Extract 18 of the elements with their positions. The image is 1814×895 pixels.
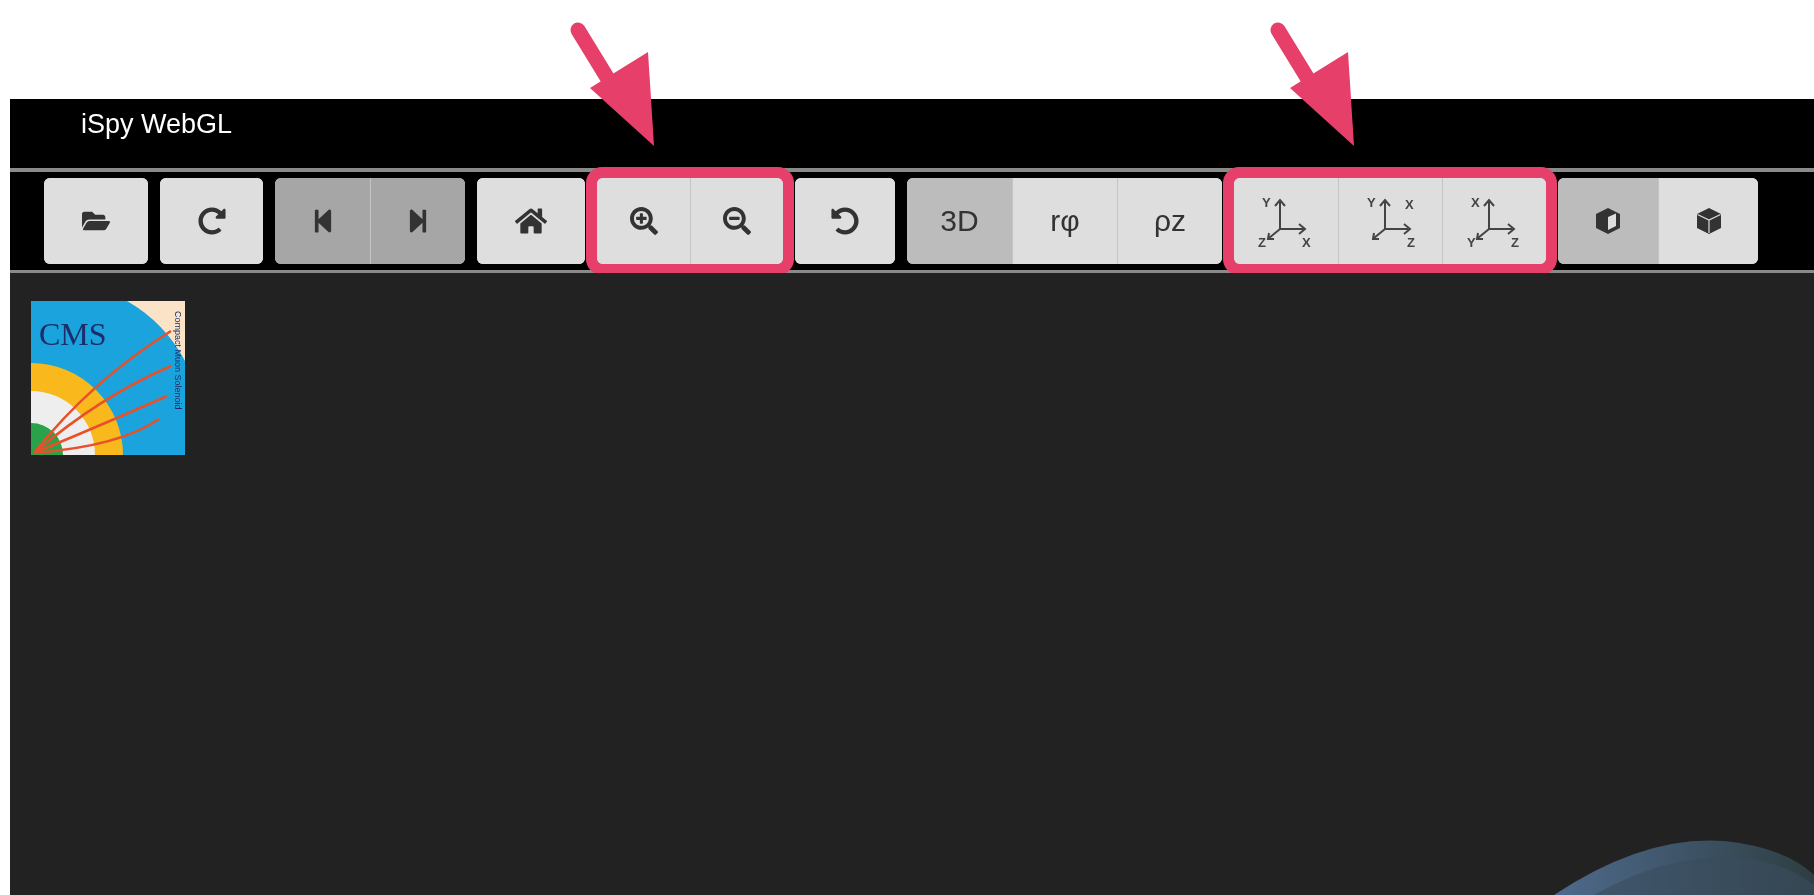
zoom-out-icon: [723, 207, 751, 235]
toolbar-button[interactable]: [44, 178, 148, 264]
toolbar-button[interactable]: [795, 178, 895, 264]
cube-icon: [1694, 206, 1723, 236]
undo-icon: [831, 207, 859, 235]
view-button[interactable]: ρz: [1117, 178, 1222, 264]
toolbar-button[interactable]: [1658, 178, 1758, 264]
view-button[interactable]: 3D: [907, 178, 1012, 264]
toolbar-button[interactable]: [1558, 178, 1658, 264]
redo-icon: [197, 207, 226, 235]
zoom-in-icon: [629, 207, 658, 235]
app-title: iSpy WebGL: [81, 109, 233, 140]
toolbar-button[interactable]: [690, 178, 783, 264]
toolbar-button[interactable]: [477, 178, 585, 264]
cms-logo: CMS Compact Muon Solenoid: [31, 301, 185, 455]
axis-view-button[interactable]: X Y Z: [1442, 178, 1546, 264]
cube-icon: [1594, 206, 1622, 236]
toolbar-button[interactable]: [160, 178, 263, 264]
